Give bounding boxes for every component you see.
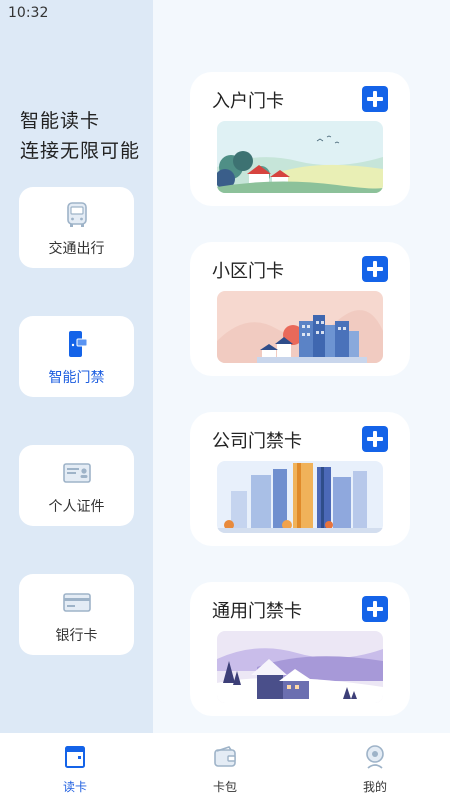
add-card-button[interactable] bbox=[362, 596, 388, 622]
office-towers-illustration bbox=[217, 461, 383, 533]
sidebar-item-transport[interactable]: 交通出行 bbox=[19, 187, 134, 268]
bank-card-icon bbox=[63, 593, 91, 612]
tab-label: 我的 bbox=[362, 780, 387, 794]
card-title: 通用门禁卡 bbox=[212, 601, 302, 622]
sidebar-item-label: 智能门禁 bbox=[48, 370, 105, 386]
snowy-cabin-illustration bbox=[217, 631, 383, 703]
profile-icon bbox=[366, 745, 384, 769]
card-reader-icon bbox=[65, 746, 85, 768]
wallet-icon bbox=[214, 746, 236, 767]
sidebar-item-bank-card[interactable]: 银行卡 bbox=[19, 574, 134, 655]
card-universal-access[interactable]: 通用门禁卡 bbox=[190, 582, 410, 716]
add-card-button[interactable] bbox=[362, 256, 388, 282]
door-card-icon bbox=[69, 331, 88, 357]
tab-label: 读卡 bbox=[62, 780, 87, 794]
card-title: 公司门禁卡 bbox=[212, 431, 302, 452]
sidebar-item-id-docs[interactable]: 个人证件 bbox=[19, 445, 134, 526]
bottom-tab-bar: 读卡 卡包 我的 bbox=[0, 733, 450, 800]
slogan-line-2: 连接无限可能 bbox=[20, 140, 141, 162]
card-title: 小区门卡 bbox=[212, 261, 284, 282]
tab-card-wallet[interactable]: 卡包 bbox=[180, 733, 270, 800]
tab-profile[interactable]: 我的 bbox=[330, 733, 420, 800]
status-bar: 10:32 bbox=[0, 0, 450, 26]
card-company-access[interactable]: 公司门禁卡 bbox=[190, 412, 410, 546]
id-card-icon bbox=[63, 463, 91, 483]
card-community-door[interactable]: 小区门卡 bbox=[190, 242, 410, 376]
category-sidebar: 智能读卡 连接无限可能 交通出行 智能门禁 个人证件 银行卡 bbox=[0, 0, 153, 733]
card-home-door[interactable]: 入户门卡 bbox=[190, 72, 410, 206]
countryside-house-illustration bbox=[217, 121, 383, 193]
slogan: 智能读卡 连接无限可能 bbox=[20, 106, 140, 166]
tab-label: 卡包 bbox=[212, 780, 237, 794]
sidebar-item-label: 交通出行 bbox=[48, 241, 105, 257]
status-time: 10:32 bbox=[8, 5, 49, 21]
add-card-button[interactable] bbox=[362, 426, 388, 452]
sidebar-item-smart-access[interactable]: 智能门禁 bbox=[19, 316, 134, 397]
card-title: 入户门卡 bbox=[212, 91, 284, 112]
residential-buildings-illustration bbox=[217, 291, 383, 363]
slogan-line-1: 智能读卡 bbox=[20, 110, 101, 132]
add-card-button[interactable] bbox=[362, 86, 388, 112]
sidebar-item-label: 个人证件 bbox=[48, 499, 105, 515]
sidebar-item-label: 银行卡 bbox=[55, 628, 98, 644]
tab-read-card[interactable]: 读卡 bbox=[30, 733, 120, 800]
bus-icon bbox=[67, 202, 87, 227]
